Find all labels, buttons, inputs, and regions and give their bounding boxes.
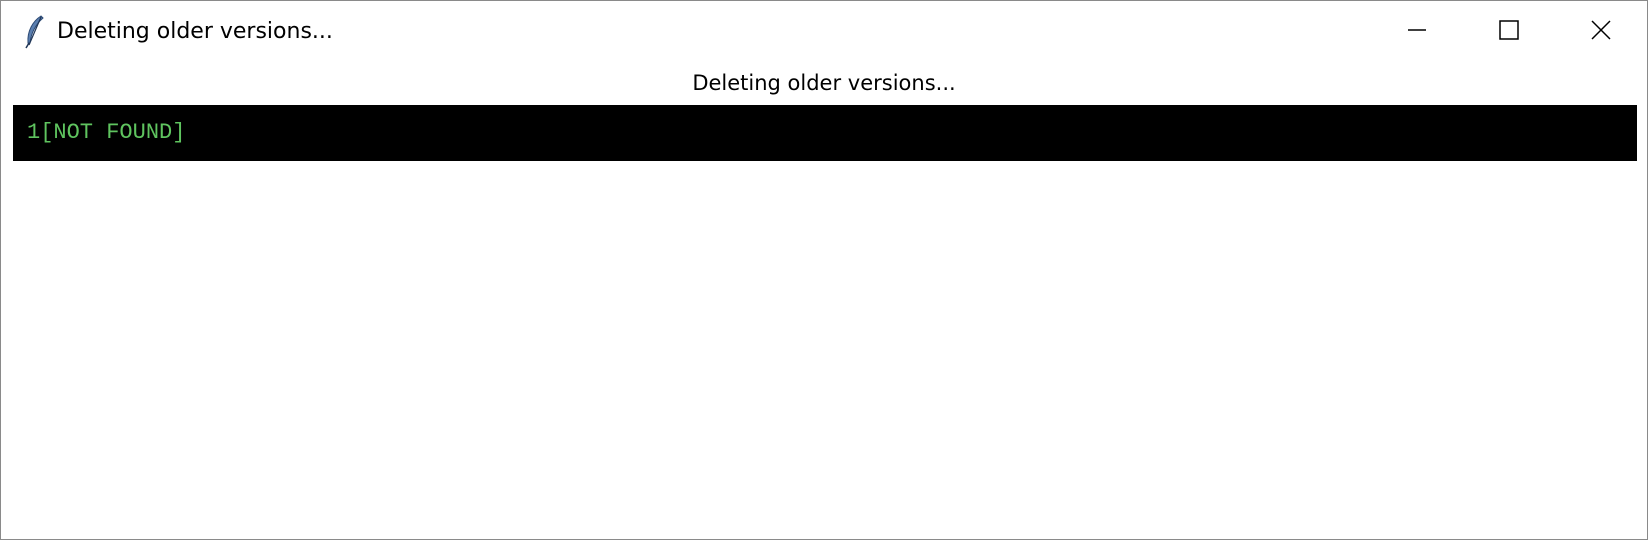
- app-window: Deleting older versions... Deleting olde…: [0, 0, 1648, 540]
- close-button[interactable]: [1555, 1, 1647, 63]
- title-bar[interactable]: Deleting older versions...: [1, 1, 1647, 63]
- window-title: Deleting older versions...: [57, 19, 333, 44]
- minimize-button[interactable]: [1371, 1, 1463, 63]
- feather-icon: [23, 15, 45, 49]
- maximize-button[interactable]: [1463, 1, 1555, 63]
- console-output[interactable]: 1[NOT FOUND]: [13, 105, 1637, 161]
- minimize-icon: [1407, 20, 1427, 44]
- console-line: 1[NOT FOUND]: [27, 120, 186, 145]
- close-icon: [1590, 19, 1612, 45]
- maximize-icon: [1499, 20, 1519, 44]
- status-label: Deleting older versions...: [692, 71, 956, 95]
